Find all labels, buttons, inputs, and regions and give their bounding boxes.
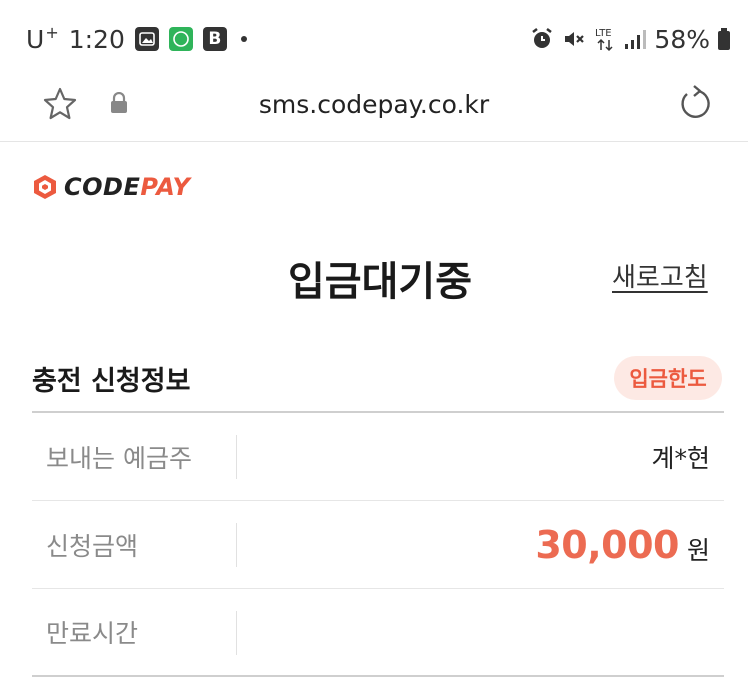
gallery-icon (134, 27, 159, 51)
carrier-label: U + (26, 22, 59, 54)
reload-icon[interactable] (676, 84, 712, 122)
deposit-limit-badge[interactable]: 입금한도 (614, 356, 722, 400)
row-divider (236, 523, 237, 567)
row-label: 신청금액 (46, 531, 139, 561)
codepay-logo-icon (32, 174, 58, 200)
sender-name-value: 계*현 (651, 443, 710, 473)
status-bar: U + 1:20 B LTE 58% (0, 0, 748, 72)
signal-icon (624, 28, 647, 50)
codepay-logo: CODEPAY (32, 173, 190, 201)
amount-number: 30,000 (535, 522, 679, 567)
alarm-icon (530, 27, 554, 51)
svg-text:LTE: LTE (595, 28, 612, 39)
url-address[interactable]: sms.codepay.co.kr (0, 90, 748, 119)
row-label: 만료시간 (46, 619, 139, 648)
info-table: 보내는 예금주 계*현 신청금액 30,000 원 만료시간 (32, 411, 724, 677)
table-row-expiry: 만료시간 (32, 589, 724, 677)
battery-icon (718, 28, 730, 50)
status-bar-right: LTE 58% (530, 22, 730, 56)
section-title: 충전 신청정보 (32, 366, 191, 397)
status-bar-left: U + 1:20 B (26, 22, 247, 56)
amount-unit: 원 (686, 535, 710, 565)
refresh-link[interactable]: 새로고침 (612, 257, 708, 294)
browser-url-bar: sms.codepay.co.kr (0, 72, 748, 142)
amount-value: 30,000 원 (535, 501, 710, 588)
status-time: 1:20 (68, 24, 125, 54)
table-row-sender: 보내는 예금주 계*현 (32, 413, 724, 501)
page-content: CODEPAY 입금대기중 새로고침 충전 신청정보 입금한도 보내는 예금주 … (0, 143, 748, 698)
app-icon (168, 27, 193, 51)
mute-icon (562, 27, 586, 51)
row-divider (236, 435, 237, 479)
notification-dot (240, 36, 247, 42)
b-app-icon: B (202, 27, 227, 51)
lte-icon: LTE (594, 26, 616, 52)
battery-percent: 58% (654, 24, 710, 54)
table-row-amount: 신청금액 30,000 원 (32, 501, 724, 589)
row-divider (236, 611, 237, 655)
codepay-logo-text: CODEPAY (64, 173, 191, 201)
row-label: 보내는 예금주 (46, 443, 192, 473)
